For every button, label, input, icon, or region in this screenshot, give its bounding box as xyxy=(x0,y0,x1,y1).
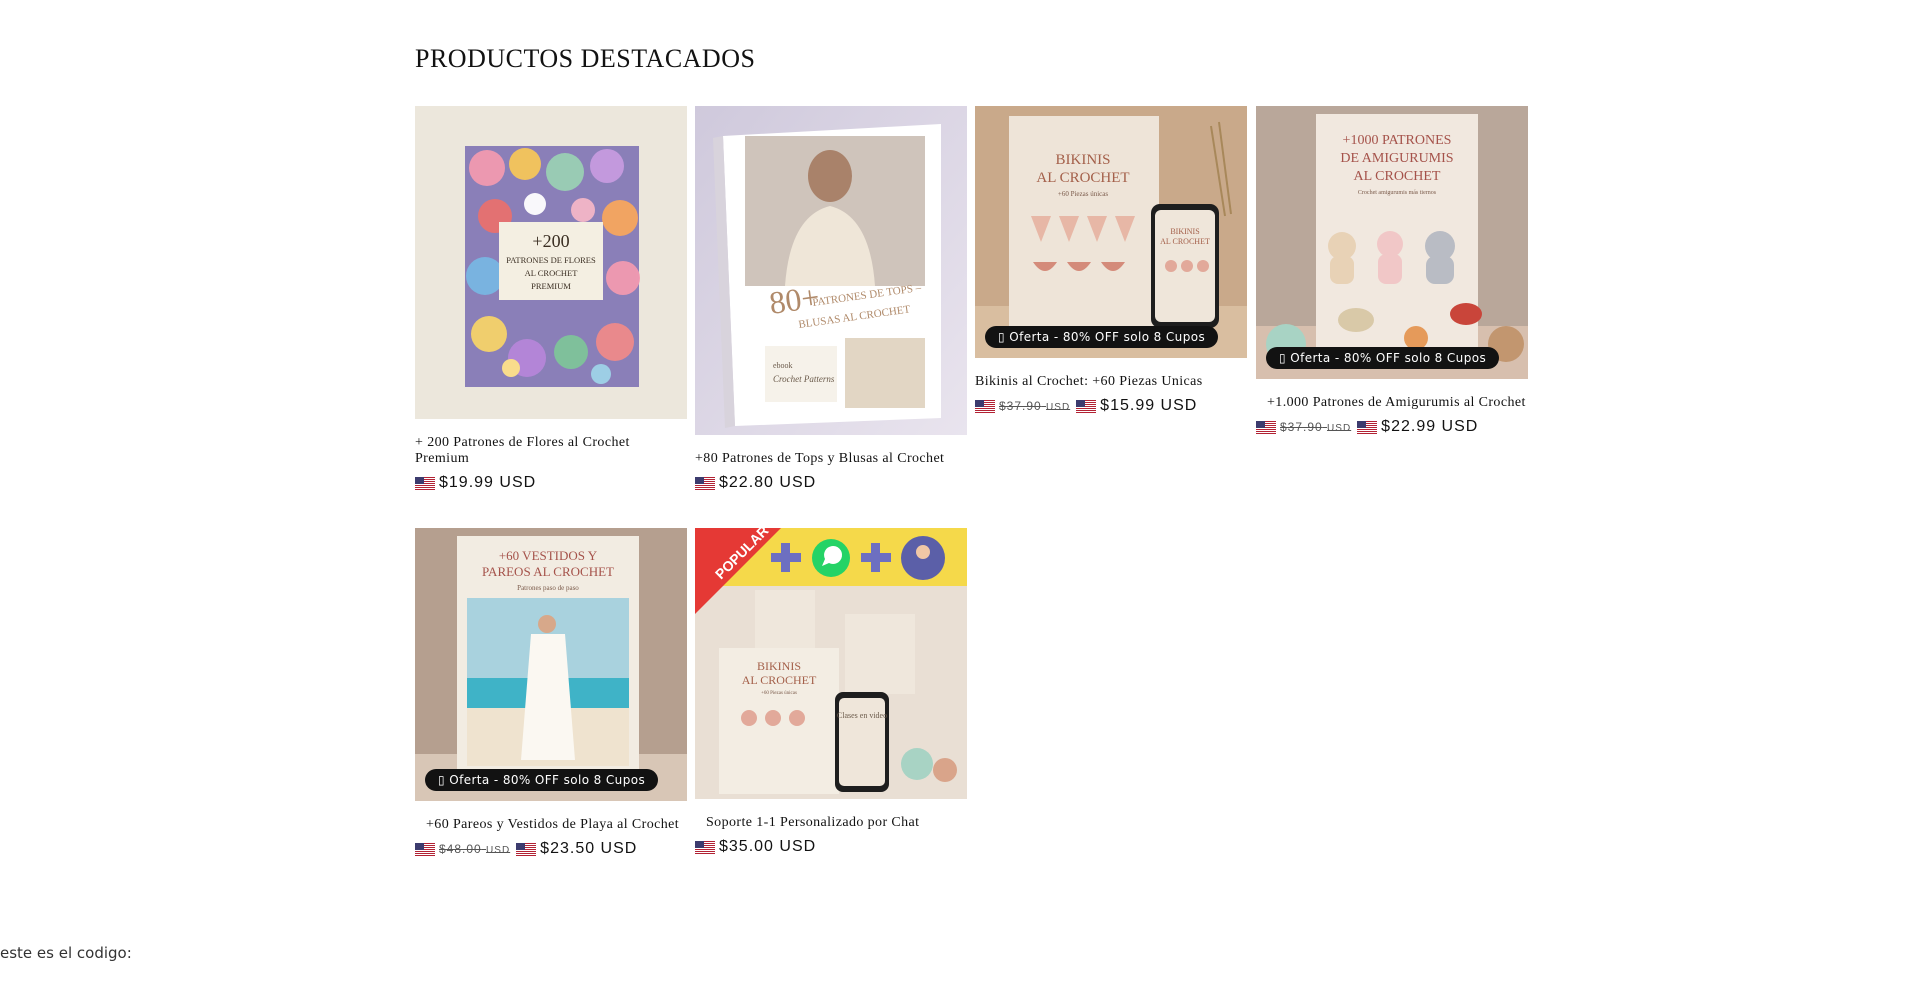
product-image[interactable]: +200 PATRONES DE FLORES AL CROCHET PREMI… xyxy=(415,106,687,419)
us-flag-icon xyxy=(975,399,995,413)
product-card-flores[interactable]: +200 PATRONES DE FLORES AL CROCHET PREMI… xyxy=(415,106,687,492)
product-card-tops[interactable]: 80+ PATRONES DE TOPS – BLUSAS AL CROCHET… xyxy=(695,106,967,492)
product-title[interactable]: Bikinis al Crochet: +60 Piezas Unicas xyxy=(975,374,1247,390)
svg-text:+60 VESTIDOS Y: +60 VESTIDOS Y xyxy=(499,548,598,563)
section-title: PRODUCTOS DESTACADOS xyxy=(415,44,756,73)
product-title[interactable]: +1.000 Patrones de Amigurumis al Crochet xyxy=(1256,395,1528,411)
product-card-amigurumis[interactable]: +1000 PATRONES DE AMIGURUMIS AL CROCHET … xyxy=(1256,106,1528,436)
svg-text:PATRONES DE FLORES: PATRONES DE FLORES xyxy=(506,255,596,265)
svg-text:Crochet amigurumis más tiernos: Crochet amigurumis más tiernos xyxy=(1358,190,1437,196)
footer-text: este es el codigo: xyxy=(0,944,132,962)
regular-price: $48.00 USD xyxy=(439,842,511,856)
us-flag-icon xyxy=(695,840,715,854)
product-title[interactable]: +60 Pareos y Vestidos de Playa al Croche… xyxy=(415,817,687,833)
svg-text:DE AMIGURUMIS: DE AMIGURUMIS xyxy=(1340,151,1453,166)
us-flag-icon xyxy=(1076,399,1097,413)
tag-icon: ▯ xyxy=(1279,351,1291,365)
price-row: $35.00 USD xyxy=(695,838,967,856)
product-card-pareos[interactable]: +60 VESTIDOS Y PAREOS AL CROCHET Patrone… xyxy=(415,528,687,858)
product-image[interactable]: BIKINIS AL CROCHET +60 Piezas únicas BIK… xyxy=(975,106,1247,358)
product-title[interactable]: +80 Patrones de Tops y Blusas al Crochet xyxy=(695,451,967,467)
price-row: $22.80 USD xyxy=(695,474,967,492)
svg-text:AL CROCHET: AL CROCHET xyxy=(1036,170,1129,186)
svg-text:+60 Piezas únicas: +60 Piezas únicas xyxy=(761,691,797,696)
product-card-soporte[interactable]: POPULAR BIKINIS AL CROCHET +60 Piezas ún… xyxy=(695,528,967,856)
price-row: $37.90 USD $15.99 USD xyxy=(975,397,1247,415)
offer-badge: ▯ Oferta - 80% OFF solo 8 Cupos xyxy=(985,326,1219,348)
regular-price: $37.90 USD xyxy=(999,399,1071,413)
product-title[interactable]: Soporte 1-1 Personalizado por Chat xyxy=(695,815,967,831)
svg-text:AL CROCHET: AL CROCHET xyxy=(525,268,579,278)
price-row: $37.90 USD $22.99 USD xyxy=(1256,418,1528,436)
flowers-book-cover-image: +200 PATRONES DE FLORES AL CROCHET PREMI… xyxy=(415,106,687,419)
sale-price: $35.00 USD xyxy=(719,838,817,855)
tops-book-cover-image: 80+ PATRONES DE TOPS – BLUSAS AL CROCHET… xyxy=(695,106,967,435)
product-title[interactable]: + 200 Patrones de Flores al Crochet Prem… xyxy=(415,435,687,467)
us-flag-icon xyxy=(1256,420,1276,434)
sale-price: $22.80 USD xyxy=(719,474,817,491)
us-flag-icon xyxy=(415,476,435,490)
svg-text:BIKINIS: BIKINIS xyxy=(1056,152,1111,168)
svg-text:+1000 PATRONES: +1000 PATRONES xyxy=(1343,133,1452,148)
amigurumis-book-cover-image: +1000 PATRONES DE AMIGURUMIS AL CROCHET … xyxy=(1256,106,1528,379)
offer-badge: ▯ Oferta - 80% OFF solo 8 Cupos xyxy=(425,769,659,791)
svg-text:Clases en video: Clases en video xyxy=(837,711,887,720)
bikinis-book-cover-image: BIKINIS AL CROCHET +60 Piezas únicas BIK… xyxy=(975,106,1247,358)
svg-text:BIKINIS: BIKINIS xyxy=(1170,227,1199,236)
offer-badge: ▯ Oferta - 80% OFF solo 8 Cupos xyxy=(1266,347,1500,369)
us-flag-icon xyxy=(695,476,715,490)
svg-text:ebook: ebook xyxy=(773,361,793,370)
svg-text:Patrones paso de paso: Patrones paso de paso xyxy=(517,584,579,592)
regular-price: $37.90 USD xyxy=(1280,420,1352,434)
sale-price: $15.99 USD xyxy=(1100,397,1198,414)
us-flag-icon xyxy=(415,842,435,856)
price-row: $19.99 USD xyxy=(415,474,687,492)
product-card-bikinis[interactable]: BIKINIS AL CROCHET +60 Piezas únicas BIK… xyxy=(975,106,1247,415)
svg-text:AL CROCHET: AL CROCHET xyxy=(1354,169,1441,184)
price-row: $48.00 USD $23.50 USD xyxy=(415,840,687,858)
pareos-book-cover-image: +60 VESTIDOS Y PAREOS AL CROCHET Patrone… xyxy=(415,528,687,801)
sale-price: $22.99 USD xyxy=(1381,418,1479,435)
tag-icon: ▯ xyxy=(998,330,1010,344)
soporte-cover-image: POPULAR BIKINIS AL CROCHET +60 Piezas ún… xyxy=(695,528,967,799)
svg-text:Crochet Patterns: Crochet Patterns xyxy=(773,374,835,384)
svg-text:PREMIUM: PREMIUM xyxy=(531,281,571,291)
product-image[interactable]: +60 VESTIDOS Y PAREOS AL CROCHET Patrone… xyxy=(415,528,687,801)
sale-price: $19.99 USD xyxy=(439,474,537,491)
product-image[interactable]: 80+ PATRONES DE TOPS – BLUSAS AL CROCHET… xyxy=(695,106,967,435)
svg-text:BIKINIS: BIKINIS xyxy=(757,659,801,673)
product-image[interactable]: +1000 PATRONES DE AMIGURUMIS AL CROCHET … xyxy=(1256,106,1528,379)
svg-text:AL CROCHET: AL CROCHET xyxy=(742,673,817,687)
us-flag-icon xyxy=(1357,420,1378,434)
us-flag-icon xyxy=(516,842,537,856)
svg-text:+200: +200 xyxy=(532,231,569,251)
product-image[interactable]: POPULAR BIKINIS AL CROCHET +60 Piezas ún… xyxy=(695,528,967,799)
svg-text:PAREOS AL CROCHET: PAREOS AL CROCHET xyxy=(482,564,614,579)
sale-price: $23.50 USD xyxy=(540,840,638,857)
svg-text:AL CROCHET: AL CROCHET xyxy=(1160,237,1210,246)
svg-text:+60 Piezas únicas: +60 Piezas únicas xyxy=(1058,190,1108,198)
tag-icon: ▯ xyxy=(438,773,450,787)
